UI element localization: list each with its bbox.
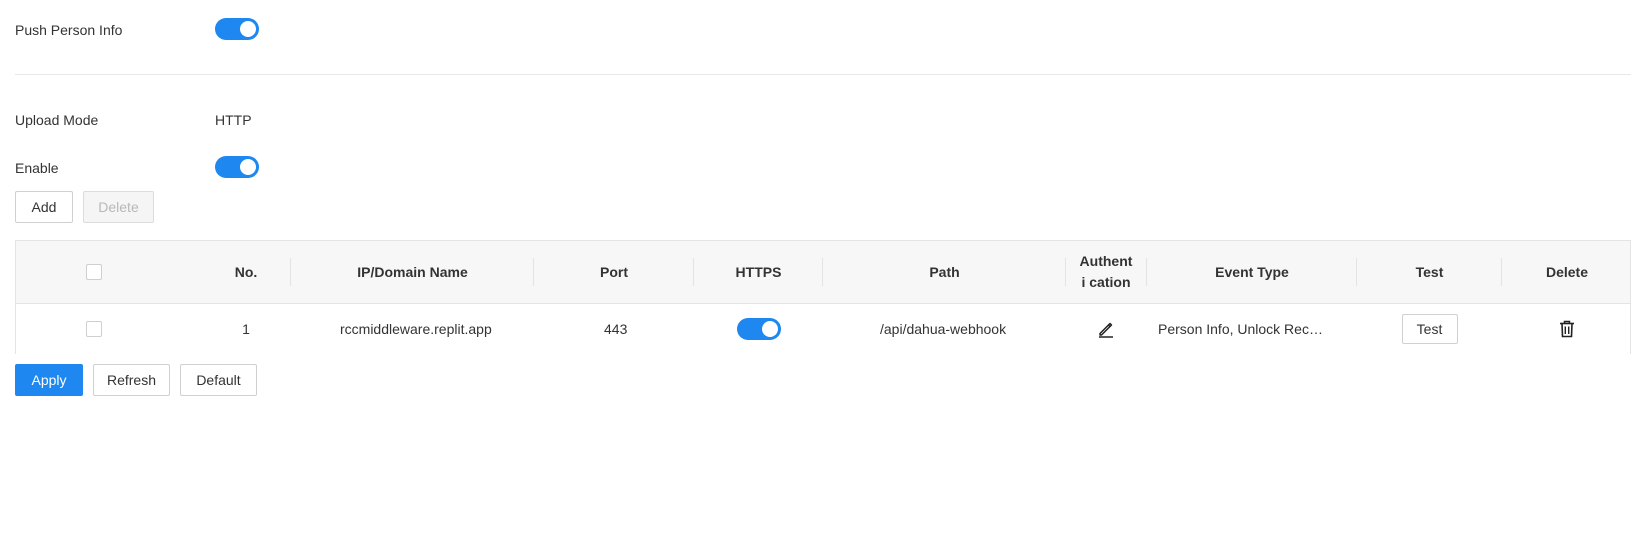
default-button[interactable]: Default [180,364,257,396]
header-select-all-cell [76,241,112,303]
header-no: No. [234,263,258,280]
apply-button[interactable]: Apply [15,364,83,396]
row-test-cell: Test [1357,304,1502,354]
enable-label: Enable [15,160,59,176]
select-all-checkbox[interactable] [86,264,102,280]
test-button[interactable]: Test [1401,314,1458,344]
row-https-cell [694,304,823,354]
header-https: HTTPS [735,263,782,280]
header-event-type: Event Type [1215,263,1289,280]
row-no: 1 [242,321,250,337]
add-button[interactable]: Add [15,191,73,223]
row-select-cell [76,304,112,354]
header-delete: Delete [1545,263,1589,280]
row-delete-cell [1502,304,1632,354]
toggle-knob [761,321,778,337]
delete-button[interactable]: Delete [83,191,154,223]
header-authentication: Authenti cation [1079,253,1133,290]
row-checkbox[interactable] [86,321,102,337]
header-test: Test [1415,263,1444,280]
header-path: Path [929,263,960,280]
https-toggle[interactable] [736,318,781,340]
upload-mode-value: HTTP [215,112,252,128]
row-ip-domain: rccmiddleware.replit.app [340,321,492,337]
push-person-info-toggle[interactable] [215,18,259,40]
edit-icon[interactable] [1095,318,1117,340]
table-row: 1 rccmiddleware.replit.app 443 /api/dahu… [16,304,1630,354]
push-person-info-label: Push Person Info [15,22,123,38]
row-port: 443 [604,321,628,337]
row-event-type: Person Info, Unlock Reco... [1158,321,1328,337]
section-divider [15,74,1631,75]
header-ip-domain: IP/Domain Name [357,263,468,280]
server-table: No. IP/Domain Name Port HTTPS Path Authe… [15,240,1631,354]
toggle-knob [240,159,256,175]
row-authentication-cell [1066,304,1146,354]
toggle-knob [240,21,256,37]
enable-toggle[interactable] [215,156,259,178]
row-event-type-cell: Person Info, Unlock Reco... [1147,304,1357,354]
refresh-button[interactable]: Refresh [93,364,170,396]
upload-mode-label: Upload Mode [15,112,99,128]
trash-icon[interactable] [1556,318,1578,340]
table-header: No. IP/Domain Name Port HTTPS Path Authe… [16,241,1630,304]
row-path: /api/dahua-webhook [880,321,1007,337]
header-port: Port [600,263,628,280]
